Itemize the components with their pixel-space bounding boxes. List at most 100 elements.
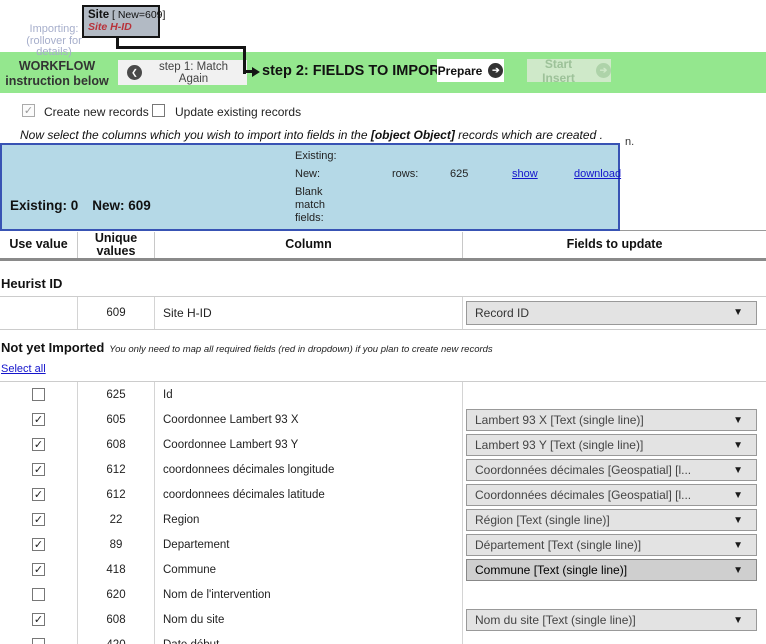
blank-match-label: fields: (295, 212, 324, 224)
table-row: 620 Nom de l'intervention (0, 582, 766, 607)
prepare-label: Prepare (438, 64, 483, 78)
column-name: Nom de l'intervention (155, 582, 463, 607)
unique-count: 620 (78, 582, 155, 607)
column-name: Site H-ID (155, 297, 463, 329)
unique-count: 612 (78, 457, 155, 482)
start-insert-button-disabled[interactable]: Start Insert ➔ (527, 59, 611, 82)
use-value-checkbox[interactable] (32, 388, 45, 401)
obscured-text-fragment: n. (625, 136, 634, 148)
header-unique-values: Unique values (78, 232, 155, 258)
use-value-checkbox[interactable] (32, 588, 45, 601)
unique-count: 420 (78, 632, 155, 644)
column-name: Departement (155, 532, 463, 557)
use-value-checkbox[interactable]: ✓ (32, 488, 45, 501)
field-to-update-select[interactable]: Région [Text (single line)] ▼ (466, 509, 757, 531)
step1-label: step 1: Match Again (149, 61, 238, 85)
header-column: Column (155, 232, 463, 258)
table-row: ✓ 608 Nom du site Nom du site [Text (sin… (0, 607, 766, 632)
chevron-down-icon: ▼ (733, 415, 743, 426)
prepare-button[interactable]: Prepare ➔ (437, 59, 504, 82)
workflow-title: WORKFLOW instruction below (0, 59, 114, 88)
start-insert-label: Start Insert (527, 57, 590, 85)
table-row: ✓ 612 coordonnees décimales latitude Coo… (0, 482, 766, 507)
table-row: 420 Date début (0, 632, 766, 644)
not-yet-imported-section-title: Not yet ImportedYou only need to map all… (1, 340, 493, 355)
column-name: Nom du site (155, 607, 463, 632)
existing-count: Existing: 0 (10, 198, 78, 213)
forward-arrow-icon: ➔ (488, 63, 503, 78)
mapping-table-header: Use value Unique values Column Fields to… (0, 232, 766, 261)
mapping-rows: 625 Id ✓ 605 Coordonnee Lambert 93 X Lam… (0, 381, 766, 644)
forward-arrow-icon-disabled: ➔ (596, 63, 611, 78)
create-new-records-checkbox[interactable]: ✓ (22, 104, 35, 117)
field-to-update-select[interactable]: Coordonnées décimales [Geospatial] [l...… (466, 484, 757, 506)
rows-label: rows: (392, 168, 418, 180)
update-existing-records-checkbox[interactable] (152, 104, 165, 117)
import-summary-box: Existing: 0 New: 609 Existing: New: Blank… (0, 143, 620, 231)
header-use-value: Use value (0, 232, 78, 258)
header-fields-to-update: Fields to update (463, 232, 766, 258)
use-value-checkbox[interactable]: ✓ (32, 613, 45, 626)
column-name: Date début (155, 632, 463, 644)
new-label: New: (295, 168, 320, 180)
select-all-link[interactable]: Select all (1, 363, 46, 375)
heurist-id-row: 609 Site H-ID Record ID ▼ (0, 296, 766, 330)
column-name: Region (155, 507, 463, 532)
summary-counts: Existing: 0 New: 609 (10, 198, 165, 213)
table-row: ✓ 418 Commune Commune [Text (single line… (0, 557, 766, 582)
field-to-update-select[interactable]: Lambert 93 Y [Text (single line)] ▼ (466, 434, 757, 456)
connector-arrowhead-icon (252, 67, 260, 77)
use-value-checkbox[interactable]: ✓ (32, 563, 45, 576)
use-value-checkbox[interactable]: ✓ (32, 438, 45, 451)
show-link[interactable]: show (512, 168, 538, 180)
unique-count: 89 (78, 532, 155, 557)
unique-count: 625 (78, 382, 155, 407)
chevron-down-icon: ▼ (733, 615, 743, 626)
instruction-text: Now select the columns which you wish to… (20, 128, 603, 142)
chevron-down-icon: ▼ (733, 540, 743, 551)
chevron-down-icon: ▼ (733, 565, 743, 576)
back-arrow-icon: ❮ (127, 65, 142, 80)
use-value-checkbox[interactable] (32, 638, 45, 644)
import-fields-screen: Importing: (rollover for details) WORKFL… (0, 0, 766, 644)
update-existing-records-label: Update existing records (175, 105, 301, 119)
new-count: New: 609 (92, 198, 151, 213)
step2-heading: step 2: FIELDS TO IMPORT (262, 63, 449, 79)
unique-count: 22 (78, 507, 155, 532)
field-to-update-select[interactable]: Nom du site [Text (single line)] ▼ (466, 609, 757, 631)
use-value-checkbox[interactable]: ✓ (32, 538, 45, 551)
unique-count: 605 (78, 407, 155, 432)
use-value-checkbox[interactable]: ✓ (32, 463, 45, 476)
use-value-checkbox[interactable]: ✓ (32, 413, 45, 426)
table-row: ✓ 605 Coordonnee Lambert 93 X Lambert 93… (0, 407, 766, 432)
step1-match-again-button[interactable]: ❮ step 1: Match Again (118, 60, 247, 85)
blank-match-label: Blank (295, 186, 323, 198)
rollover-tooltip: Site [ New=609] Site H-ID (82, 5, 160, 38)
unique-count: 609 (78, 297, 155, 329)
chevron-down-icon: ▼ (733, 515, 743, 526)
chevron-down-icon: ▼ (733, 490, 743, 501)
field-to-update-select[interactable]: Lambert 93 X [Text (single line)] ▼ (466, 409, 757, 431)
tooltip-subtitle: Site H-ID (88, 21, 154, 33)
chevron-down-icon: ▼ (733, 440, 743, 451)
use-value-checkbox[interactable]: ✓ (32, 513, 45, 526)
heurist-id-section-title: Heurist ID (1, 276, 62, 291)
download-link[interactable]: download (574, 168, 621, 180)
field-to-update-select[interactable]: Département [Text (single line)] ▼ (466, 534, 757, 556)
column-name: Id (155, 382, 463, 407)
field-to-update-select[interactable]: Coordonnées décimales [Geospatial] [l...… (466, 459, 757, 481)
column-name: Coordonnee Lambert 93 Y (155, 432, 463, 457)
workflow-bar: WORKFLOW instruction below ❮ step 1: Mat… (0, 52, 766, 93)
field-to-update-select[interactable]: Commune [Text (single line)] ▼ (466, 559, 757, 581)
unique-count: 612 (78, 482, 155, 507)
record-options-row: ✓ Create new records Update existing rec… (0, 104, 766, 120)
table-row: 625 Id (0, 382, 766, 407)
create-new-records-label: Create new records (44, 105, 149, 119)
record-type-placeholder: [object Object] (371, 128, 455, 142)
chevron-down-icon: ▼ (733, 465, 743, 476)
section-note: You only need to map all required fields… (109, 344, 492, 355)
table-row: ✓ 89 Departement Département [Text (sing… (0, 532, 766, 557)
table-row: ✓ 22 Region Région [Text (single line)] … (0, 507, 766, 532)
record-id-field-select[interactable]: Record ID ▼ (466, 301, 757, 325)
existing-label: Existing: (295, 150, 337, 162)
